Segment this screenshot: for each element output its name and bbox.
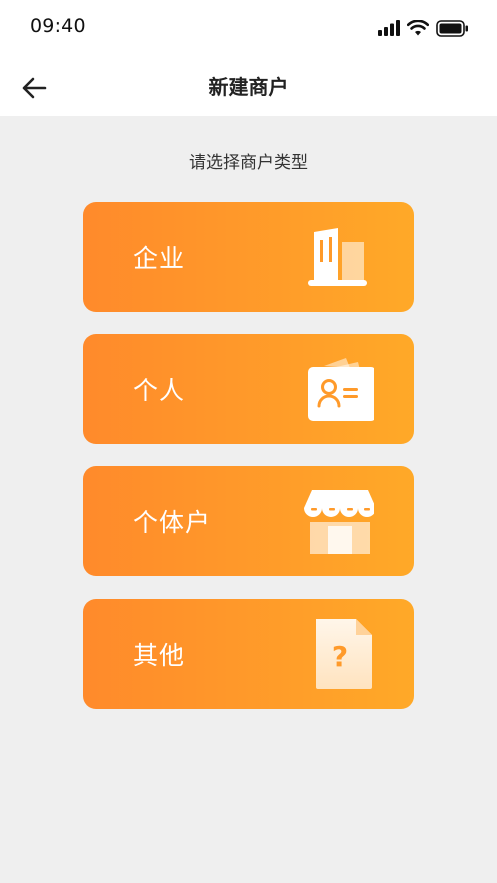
question-document-icon: ? — [316, 619, 372, 689]
status-bar: 09:40 — [0, 0, 497, 54]
svg-text:?: ? — [332, 640, 348, 673]
option-label: 企业 — [133, 244, 186, 273]
option-card-enterprise[interactable]: 企业 — [83, 202, 414, 312]
page-title: 新建商户 — [208, 75, 289, 99]
option-card-other[interactable]: 其他 ? — [83, 599, 414, 709]
status-icons — [378, 17, 469, 39]
status-time: 09:40 — [30, 15, 86, 37]
option-card-personal[interactable]: 个人 — [83, 334, 414, 444]
option-label: 个体户 — [133, 508, 212, 537]
id-card-icon — [308, 358, 374, 421]
option-label: 个人 — [133, 376, 186, 405]
storefront-icon — [304, 490, 374, 554]
option-label: 其他 — [133, 641, 186, 670]
battery-icon — [436, 19, 468, 37]
signal-icon — [378, 20, 400, 36]
building-icon — [308, 228, 367, 286]
option-card-individual-business[interactable]: 个体户 — [83, 466, 414, 576]
wifi-icon — [407, 20, 429, 36]
selection-prompt: 请选择商户类型 — [189, 153, 308, 173]
header: 09:40 新建商户 — [0, 0, 497, 116]
nav-bar: 新建商户 — [0, 60, 497, 116]
